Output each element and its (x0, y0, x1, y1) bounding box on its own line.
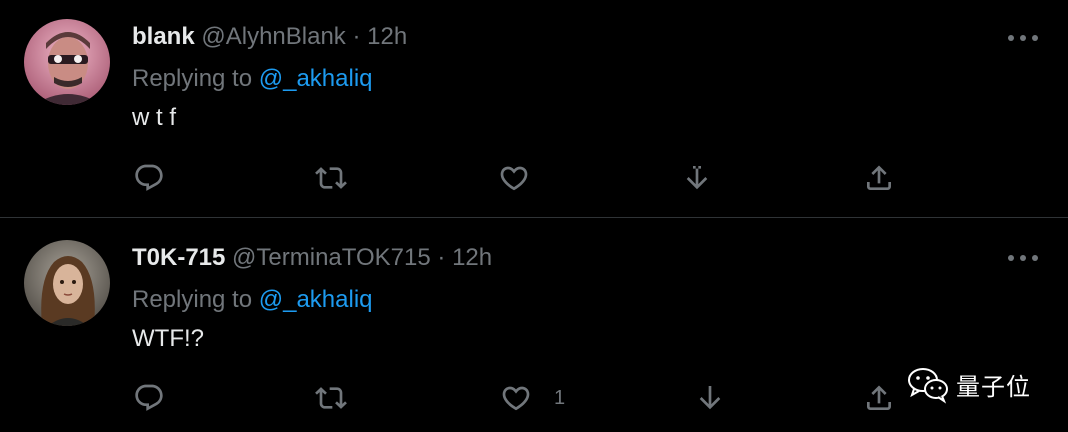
retweet-icon (315, 387, 347, 409)
separator: · (352, 23, 361, 50)
tweet-text: WTF!? (132, 325, 204, 352)
user-handle[interactable]: @TerminaTOK715 (232, 244, 431, 271)
downvote-icon (686, 166, 708, 190)
replying-to: Replying to @_akhaliq (132, 64, 373, 94)
retweet-button[interactable] (315, 380, 347, 416)
reply-icon (135, 384, 163, 411)
tweet-header: T0K-715 @TerminaTOK715 · 12h (132, 243, 492, 273)
replying-prefix: Replying to (132, 286, 253, 313)
retweet-icon (315, 167, 347, 189)
like-count: 1 (554, 386, 566, 409)
reply-button[interactable] (133, 160, 165, 196)
wechat-icon (906, 364, 950, 404)
downvote-icon (699, 386, 721, 410)
avatar[interactable] (24, 19, 110, 105)
replying-prefix: Replying to (132, 65, 253, 92)
watermark: 量子位 (906, 364, 1031, 404)
retweet-button[interactable] (315, 160, 347, 196)
separator: · (437, 244, 446, 271)
mention-link[interactable]: @_akhaliq (259, 286, 373, 313)
user-handle[interactable]: @AlyhnBlank (201, 23, 345, 50)
share-icon (867, 385, 891, 410)
display-name[interactable]: T0K-715 (132, 244, 225, 271)
share-icon (867, 165, 891, 190)
reply-button[interactable] (133, 380, 165, 416)
tweet-header: blank @AlyhnBlank · 12h (132, 22, 407, 52)
heart-icon (500, 166, 528, 191)
tweet-text: w t f (132, 104, 177, 131)
share-button[interactable] (863, 380, 895, 416)
like-button[interactable] (498, 160, 552, 196)
heart-icon (502, 386, 530, 411)
mention-link[interactable]: @_akhaliq (259, 65, 373, 92)
like-button[interactable]: 1 (500, 380, 565, 416)
watermark-text: 量子位 (956, 372, 1031, 401)
timestamp[interactable]: 12h (452, 244, 492, 271)
tweet-actions (0, 160, 1068, 196)
timestamp[interactable]: 12h (367, 23, 407, 50)
downvote-button[interactable] (681, 160, 713, 196)
downvote-button[interactable] (694, 380, 726, 416)
share-button[interactable] (863, 160, 895, 196)
tweet[interactable]: blank @AlyhnBlank · 12h Replying to @_ak… (0, 0, 1068, 218)
more-icon[interactable] (1008, 251, 1038, 265)
display-name[interactable]: blank (132, 23, 195, 50)
avatar[interactable] (24, 240, 110, 326)
more-icon[interactable] (1008, 31, 1038, 45)
replying-to: Replying to @_akhaliq (132, 285, 373, 315)
reply-icon (135, 164, 163, 191)
